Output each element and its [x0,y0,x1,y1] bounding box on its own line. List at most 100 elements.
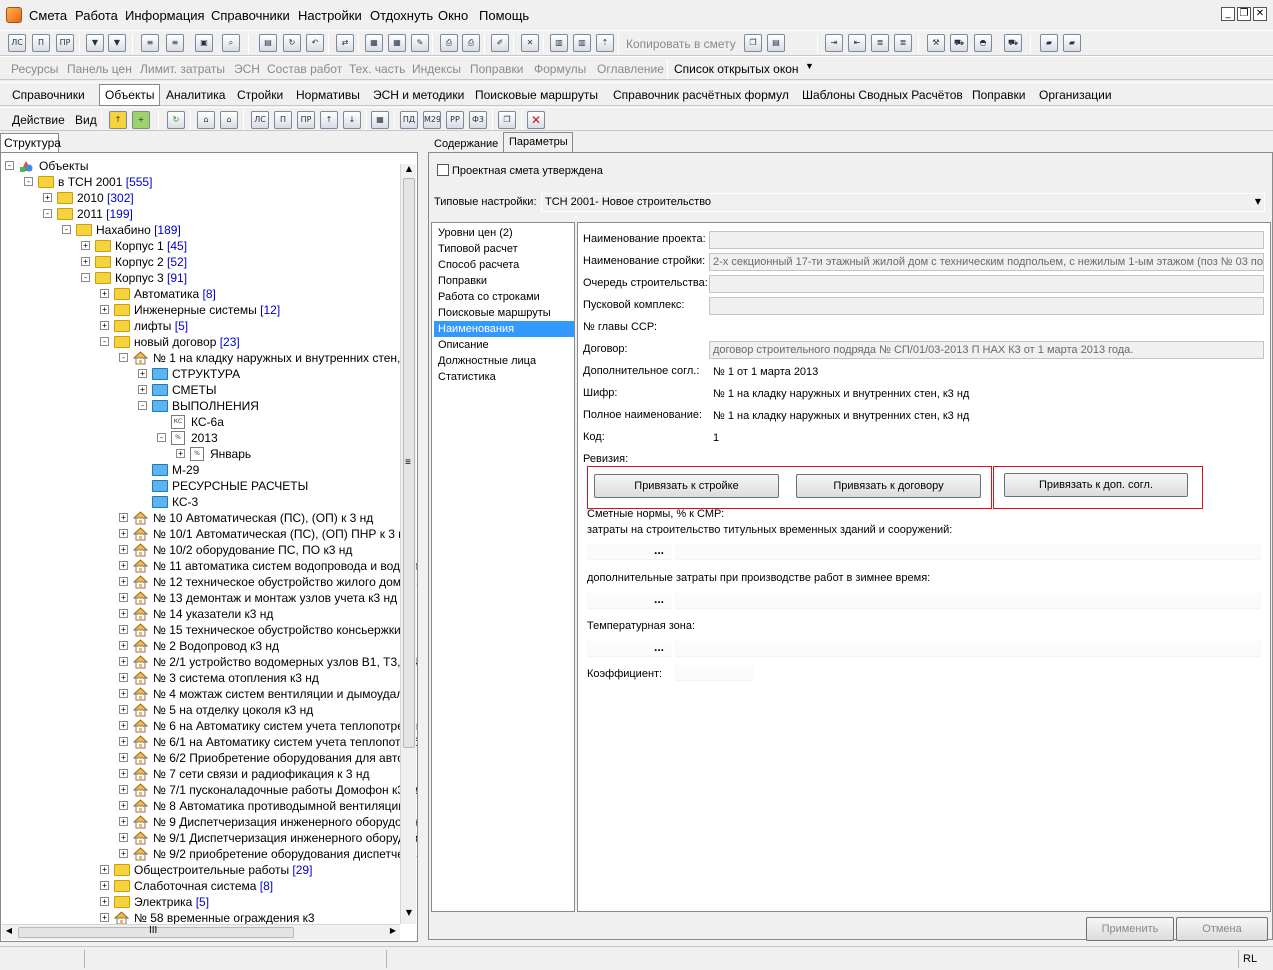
tree-node[interactable]: +% Январь [1,446,401,462]
tab-stroyki[interactable]: Стройки [237,88,283,102]
expand-icon[interactable]: + [81,257,90,266]
chevron-down-icon[interactable]: ▼ [1255,197,1261,206]
expand-icon[interactable]: + [119,769,128,778]
temp-buildings-value-field[interactable] [675,544,1261,560]
tree-node[interactable]: + № 6 на Автоматику систем учета теплопот… [1,718,417,734]
bind-to-contract-button[interactable]: Привязать к договору [796,474,981,498]
car-icon[interactable]: ⛟ [1004,34,1022,52]
tree-node[interactable]: + № 2 Водопровод к3 нд [1,638,401,654]
undo-icon[interactable]: ↶ [306,34,324,52]
field-input[interactable]: № 1 на кладку наружных и внутренних стен… [709,407,1264,425]
expand-icon[interactable]: + [119,641,128,650]
tree-node[interactable]: + № 13 демонтаж и монтаж узлов учета к3 н… [1,590,401,606]
temp-zone-browse-button[interactable]: ... [650,641,668,657]
tab-summary-templates[interactable]: Шаблоны Сводных Расчётов [802,88,963,102]
tree-node[interactable]: - Нахабино [189] [1,222,401,238]
corrections-button[interactable]: Поправки [470,62,523,76]
expand-icon[interactable]: + [119,657,128,666]
tree-node[interactable]: - Корпус 3 [91] [1,270,401,286]
tree-node[interactable]: - Объекты [1,158,401,174]
esn-button[interactable]: ЭСН [234,62,260,76]
tree-node[interactable]: + Корпус 1 [45] [1,238,401,254]
books-icon[interactable]: ▰ [1040,34,1058,52]
tree-node[interactable]: + № 14 указатели к3 нд [1,606,401,622]
collapse-icon[interactable]: - [119,353,128,362]
save-icon[interactable]: ▤ [259,34,277,52]
pr-doc-icon[interactable]: ПР [297,111,315,129]
tree-node[interactable]: + СТРУКТУРА [1,366,401,382]
field-input[interactable]: № 1 на кладку наружных и внутренних стен… [709,385,1264,403]
tree-node[interactable]: + Корпус 2 [52] [1,254,401,270]
formulas-button[interactable]: Формулы [534,62,586,76]
m29-icon[interactable]: М29 [423,111,441,129]
scroll-down-icon[interactable]: ▼ [402,908,416,922]
open-windows-dropdown[interactable]: Список открытых окон [674,62,799,76]
menu-smeta[interactable]: Смета [29,8,67,23]
expand-icon[interactable]: + [138,369,147,378]
settings-nav-item[interactable]: Должностные лица [438,353,536,369]
tree-node[interactable]: + № 7 сети связи и радиофикация к 3 нд [1,766,401,782]
settings-nav-item[interactable]: Поисковые маршруты [438,305,551,321]
tree-node[interactable]: + № 8 Автоматика противодымной вентиляции… [1,798,414,814]
winter-value-field[interactable] [675,593,1261,609]
expand-icon[interactable]: + [119,577,128,586]
calc-icon[interactable]: ▦ [371,111,389,129]
p-doc-icon[interactable]: П [274,111,292,129]
tree-node[interactable]: РЕСУРСНЫЕ РАСЧЕТЫ [1,478,401,494]
contents-button[interactable]: Оглавление [597,62,664,76]
expand-icon[interactable]: + [119,849,128,858]
menu-pomoshch[interactable]: Помощь [479,8,529,23]
settings-nav-item[interactable]: Статистика [438,369,496,385]
tab-objects[interactable]: Объекты [105,88,155,102]
refresh-icon[interactable]: ↻ [167,111,185,129]
helmet-icon[interactable]: ◓ [974,34,992,52]
settings-nav-item[interactable]: Поправки [438,273,487,289]
new-folder-icon[interactable]: + [132,111,150,129]
tree-vertical-scrollbar[interactable]: ▲ ≡ ▼ [400,164,416,924]
bind-to-addendum-button[interactable]: Привязать к доп. согл. [1004,473,1188,497]
expand-icon[interactable]: + [100,881,109,890]
pd-icon[interactable]: П [32,34,50,52]
winter-browse-button[interactable]: ... [650,593,668,609]
indexes-button[interactable]: Индексы [412,62,461,76]
tree-node[interactable]: - ВЫПОЛНЕНИЯ [1,398,401,414]
tree-node[interactable]: + № 6/1 на Автоматику систем учета теплоп… [1,734,417,750]
field-input[interactable]: 2-х секционный 17-ти этажный жилой дом с… [709,253,1264,271]
expand-icon[interactable]: + [100,897,109,906]
tree-node[interactable]: + Автоматика [8] [1,286,401,302]
approved-checkbox[interactable] [437,164,449,176]
field-input[interactable] [709,275,1264,293]
expand-icon[interactable]: + [100,913,109,922]
scroll-left-icon[interactable]: ◀ [2,926,16,940]
tree-node[interactable]: -% 2013 [1,430,401,446]
temp-zone-value-field[interactable] [675,641,1261,657]
tab-parameters[interactable]: Параметры [503,132,573,153]
expand-icon[interactable]: + [119,689,128,698]
tree-node[interactable]: + № 2/1 устройство водомерных узлов В1, Т… [1,654,417,670]
menu-okno[interactable]: Окно [438,8,468,23]
tree-node[interactable]: + № 15 техническое обустройство консьержк… [1,622,416,638]
field-input[interactable] [709,319,1264,337]
f3-icon[interactable]: Ф3 [469,111,487,129]
expand-icon[interactable]: + [119,785,128,794]
pd-doc-icon[interactable]: ПД [400,111,418,129]
convert-icon[interactable]: ⇄ [336,34,354,52]
tree2-icon[interactable]: ≡ [166,34,184,52]
tab-analytics[interactable]: Аналитика [166,88,225,102]
typical-settings-select[interactable]: ТСН 2001- Новое строительство ▼ [541,193,1265,212]
tree-node[interactable]: + № 9/1 Диспетчеризация инженерного обору… [1,830,417,846]
expand-icon[interactable]: + [119,529,128,538]
export-icon[interactable]: ▦ [365,34,383,52]
expand-icon[interactable]: + [119,801,128,810]
collapse-icon[interactable]: - [43,209,52,218]
minimize-icon[interactable]: _ [1221,7,1235,21]
tree-node[interactable]: +2010 [302] [1,190,401,206]
object-tree[interactable]: - Объекты - в ТСН 2001 [555] +2010 [302] -201… [0,152,418,942]
expand-icon[interactable]: + [119,721,128,730]
structure-tab[interactable]: Структура [0,133,61,153]
tab-normativy[interactable]: Нормативы [296,88,360,102]
collapse-icon[interactable]: - [157,433,166,442]
tab-search-routes[interactable]: Поисковые маршруты [475,88,598,102]
image-icon[interactable]: ▣ [195,34,213,52]
menu-otdohnut[interactable]: Отдохнуть [370,8,433,23]
